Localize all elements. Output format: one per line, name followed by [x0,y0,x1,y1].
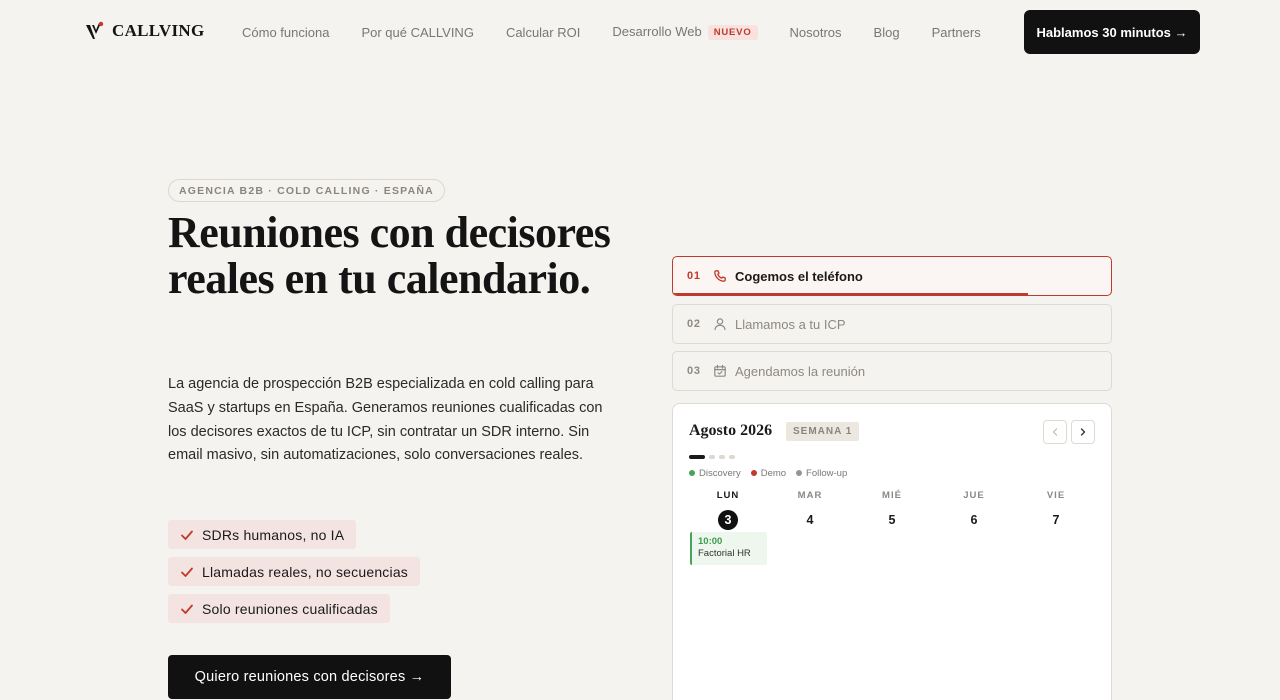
feature-pill: Llamadas reales, no secuencias [168,557,421,586]
step-label: Agendamos la reunión [735,363,866,379]
step-progress-bar [673,293,1028,295]
step-02[interactable]: 02 Llamamos a tu ICP [672,304,1112,344]
legend-swatch [796,470,803,476]
feature-label: SDRs humanos, no IA [202,526,345,543]
day-column[interactable]: JUE 6 [933,490,1015,530]
calendar-month: Agosto 2026 [689,422,773,439]
pagination-dot[interactable] [729,455,735,459]
nav-item-calcular-roi[interactable]: Calcular ROI [506,25,580,40]
legend-label: Discovery [699,468,741,479]
day-number: 4 [806,513,814,527]
pagination-dot[interactable] [709,455,715,459]
nav-item-por-que[interactable]: Por qué CALLVING [361,25,473,40]
day-column[interactable]: MIÉ 5 [851,490,933,530]
legend-label: Follow-up [806,468,848,479]
nav-item-label: Desarrollo Web [612,24,702,39]
day-name: VIE [1046,490,1066,501]
day-number: 3 [718,510,738,530]
feature-label: Llamadas reales, no secuencias [202,563,409,580]
hero-title: Reuniones con decisores reales en tu cal… [168,208,611,303]
day-name: JUE [963,490,985,501]
check-icon [181,530,193,540]
step-label: Llamamos a tu ICP [735,316,846,332]
prev-week-button[interactable] [1043,420,1067,444]
feature-pill: Solo reuniones cualificadas [168,594,390,623]
hero-cta-button[interactable]: Quiero reuniones con decisores → [168,655,451,699]
callving-logo-icon [86,21,104,39]
new-badge: NUEVO [707,25,758,40]
legend-item: Demo [750,468,787,479]
pagination-dot[interactable] [719,455,725,459]
step-01[interactable]: 01 Cogemos el teléfono [672,256,1112,296]
chevron-right-icon [1080,428,1086,436]
week-pagination [689,455,735,459]
hero-eyebrow-tag: AGENCIA B2B · COLD CALLING · ESPAÑA [168,179,445,202]
step-number: 02 [687,318,701,330]
legend-label: Demo [760,468,787,479]
step-label: Cogemos el teléfono [735,268,863,284]
check-icon [181,604,193,614]
nav-item-desarrollo-web[interactable]: Desarrollo Web NUEVO [612,24,758,40]
legend-item: Discovery [689,468,741,479]
day-number: 6 [970,513,978,527]
book-call-button[interactable]: Hablamos 30 minutos → [1024,10,1200,54]
calendar-week-badge: SEMANA 1 [786,422,860,441]
day-name: LUN [716,490,740,501]
chevron-left-icon [1052,428,1058,436]
nav-item-partners[interactable]: Partners [932,25,981,40]
day-column[interactable]: LUN 3 [687,490,769,530]
hero-description: La agencia de prospección B2B especializ… [168,376,603,464]
pagination-dot[interactable] [689,455,705,459]
legend-item: Follow-up [796,468,847,479]
legend-swatch [750,470,757,476]
day-name: MAR [797,490,823,501]
brand-logo[interactable]: CALLVING [84,20,204,42]
check-icon [181,567,193,577]
legend-swatch [689,470,695,476]
next-week-button[interactable] [1071,420,1095,444]
calendar-event[interactable]: 10:00 Factorial HR [690,532,767,565]
day-column[interactable]: VIE 7 [1015,490,1097,530]
user-icon [714,318,726,331]
site-header: CALLVING Cómo funciona Por qué CALLVING … [0,0,1280,64]
main-nav: Cómo funciona Por qué CALLVING Calcular … [242,24,981,40]
feature-label: Solo reuniones cualificadas [202,600,378,617]
phone-icon [714,270,726,282]
step-number: 03 [687,365,701,377]
feature-list: SDRs humanos, no IA Llamadas reales, no … [168,520,421,631]
brand-name: CALLVING [112,21,205,40]
event-name: Factorial HR [698,548,751,559]
event-time: 10:00 [698,536,723,547]
day-name: MIÉ [882,490,902,501]
calendar-legend: Discovery Demo Follow-up [689,468,847,479]
step-number: 01 [687,270,701,282]
nav-item-como-funciona[interactable]: Cómo funciona [242,25,329,40]
calendar-widget: Agosto 2026 SEMANA 1 Discovery Demo Foll… [672,403,1112,700]
step-03[interactable]: 03 Agendamos la reunión [672,351,1112,391]
calendar-icon [714,364,726,377]
feature-pill: SDRs humanos, no IA [168,520,357,549]
nav-item-blog[interactable]: Blog [874,25,900,40]
calendar-days-header: LUN 3 MAR 4 MIÉ 5 JUE 6 VIE 7 [687,490,1099,530]
day-number: 5 [888,513,896,527]
day-number: 7 [1052,513,1060,527]
nav-item-nosotros[interactable]: Nosotros [790,25,842,40]
day-column[interactable]: MAR 4 [769,490,851,530]
